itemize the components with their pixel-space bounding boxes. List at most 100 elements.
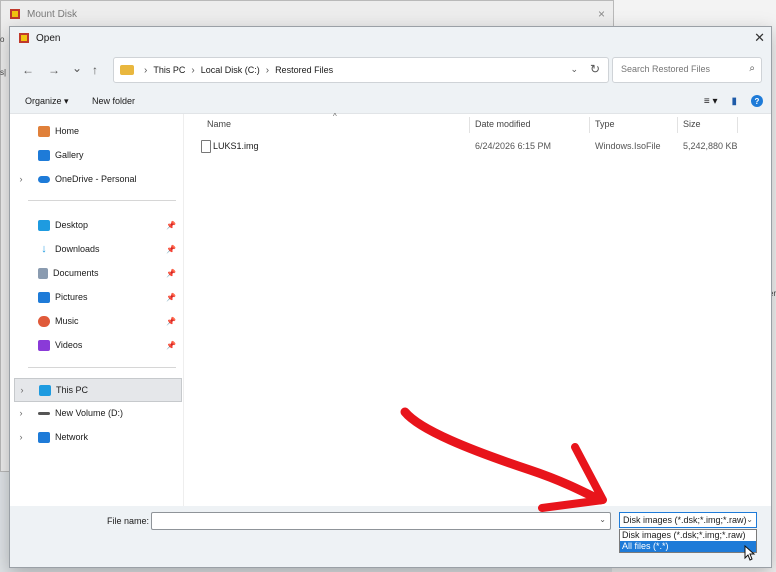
mount-disk-titlebar: Mount Disk — [1, 1, 613, 27]
column-header-date[interactable]: Date modified — [475, 114, 531, 134]
mount-disk-title: Mount Disk — [27, 8, 78, 20]
preview-pane-icon[interactable]: ▮ — [731, 96, 737, 107]
table-row[interactable]: LUKS1.img 6/24/2026 6:15 PM Windows.IsoF… — [195, 138, 755, 156]
column-header-name[interactable]: Name — [207, 114, 231, 134]
open-dialog-titlebar: Open — [10, 27, 771, 49]
breadcrumb-restored-files[interactable]: Restored Files — [275, 65, 333, 75]
sidebar-item-label: Downloads — [55, 244, 100, 254]
file-type-select[interactable]: Disk images (*.dsk;*.img;*.raw) ⌄ — [619, 512, 757, 528]
search-icon[interactable]: ⌕ — [749, 63, 755, 74]
mount-disk-close-icon[interactable]: × — [598, 7, 605, 21]
breadcrumb-this-pc[interactable]: This PC — [153, 65, 185, 75]
folder-icon — [120, 65, 134, 75]
forward-icon[interactable]: → — [48, 63, 60, 77]
column-header-type[interactable]: Type — [595, 114, 615, 134]
sidebar-item-home[interactable]: Home — [14, 120, 180, 142]
videos-icon — [38, 339, 50, 351]
background-text-fragment: o — [0, 35, 5, 44]
sidebar-item-label: Music — [55, 316, 79, 326]
sidebar-item-music[interactable]: Music 📌 — [14, 310, 180, 332]
refresh-icon[interactable]: ↻ — [590, 62, 600, 76]
file-type-dropdown-list: Disk images (*.dsk;*.img;*.raw) All file… — [619, 529, 757, 553]
pin-icon: 📌 — [166, 292, 176, 302]
breadcrumb-separator: › — [144, 64, 148, 76]
download-icon: ↓ — [41, 242, 47, 255]
up-folder-icon[interactable]: ↑ — [92, 63, 98, 77]
sidebar-item-pictures[interactable]: Pictures 📌 — [14, 286, 180, 308]
pin-icon: 📌 — [166, 340, 176, 350]
column-header-size[interactable]: Size — [683, 114, 701, 134]
help-icon[interactable]: ? — [751, 95, 763, 107]
file-type-option-all-files[interactable]: All files (*.*) — [620, 541, 756, 552]
sidebar-item-label: Documents — [53, 268, 99, 278]
new-folder-button[interactable]: New folder — [92, 96, 135, 106]
chevron-down-icon[interactable]: ⌄ — [599, 515, 606, 524]
sidebar-item-network[interactable]: › Network — [14, 426, 180, 448]
drive-icon — [38, 411, 50, 415]
sidebar-item-label: OneDrive - Personal — [55, 174, 137, 184]
sidebar-item-gallery[interactable]: Gallery — [14, 144, 180, 166]
home-icon — [38, 125, 50, 137]
search-input[interactable] — [619, 63, 743, 75]
file-name-input[interactable] — [156, 513, 600, 529]
file-icon — [201, 140, 211, 153]
command-bar: Organize ▾ New folder ≡ ▾ ▮ ? — [10, 91, 771, 114]
file-list: ^ Name Date modified Type Size LUKS1.img… — [185, 112, 769, 506]
file-size-cell: 5,242,880 KB — [683, 141, 738, 151]
music-icon — [38, 315, 50, 327]
navigation-pane: Home Gallery › OneDrive - Personal Deskt… — [10, 114, 184, 506]
cloud-icon — [38, 175, 50, 183]
breadcrumb-separator[interactable]: › — [191, 65, 194, 76]
column-divider[interactable] — [737, 117, 738, 133]
recent-locations-icon[interactable]: ⌄ — [72, 61, 82, 75]
sidebar-item-label: Home — [55, 126, 80, 136]
sidebar-item-label: Pictures — [55, 292, 88, 302]
back-icon[interactable]: ← — [22, 63, 34, 77]
pin-icon: 📌 — [166, 220, 176, 230]
sidebar-item-videos[interactable]: Videos 📌 — [14, 334, 180, 356]
network-icon — [38, 431, 50, 443]
column-divider[interactable] — [677, 117, 678, 133]
sidebar-item-documents[interactable]: Documents 📌 — [14, 262, 180, 284]
open-dialog-title: Open — [36, 32, 61, 44]
organize-menu-button[interactable]: Organize ▾ — [25, 96, 69, 107]
sidebar-item-label: Videos — [55, 340, 83, 350]
close-icon[interactable]: ✕ — [754, 30, 765, 46]
column-divider[interactable] — [469, 117, 470, 133]
sidebar-item-label: New Volume (D:) — [55, 408, 124, 418]
pc-icon — [39, 384, 51, 396]
breadcrumb-separator[interactable]: › — [266, 65, 269, 76]
sidebar-item-desktop[interactable]: Desktop 📌 — [14, 214, 180, 236]
search-box[interactable]: ⌕ — [612, 57, 762, 83]
view-menu-icon[interactable]: ≡ ▾ — [704, 96, 718, 107]
sidebar-divider — [28, 200, 176, 201]
file-type-cell: Windows.IsoFile — [595, 141, 661, 151]
sidebar-item-onedrive[interactable]: › OneDrive - Personal — [14, 168, 180, 190]
sidebar-item-new-volume[interactable]: › New Volume (D:) — [14, 402, 180, 424]
background-text-fragment: s| — [0, 68, 7, 77]
view-controls: ≡ ▾ ▮ ? — [704, 95, 763, 107]
column-divider[interactable] — [589, 117, 590, 133]
expand-chevron-icon[interactable]: › — [14, 408, 28, 418]
file-name-cell: LUKS1.img — [213, 141, 259, 151]
address-dropdown-icon[interactable]: ⌄ — [570, 64, 578, 75]
file-date-cell: 6/24/2026 6:15 PM — [475, 141, 552, 151]
chevron-down-icon[interactable]: ⌄ — [746, 515, 753, 524]
desktop-icon — [38, 219, 50, 231]
expand-chevron-icon[interactable]: › — [14, 432, 28, 442]
sidebar-item-label: Gallery — [55, 150, 84, 160]
sidebar-item-label: This PC — [56, 385, 89, 395]
expand-chevron-icon[interactable]: › — [14, 174, 28, 184]
file-type-option-disk-images[interactable]: Disk images (*.dsk;*.img;*.raw) — [620, 530, 756, 541]
open-dialog: Open ✕ ← → ⌄ ↑ › This PC › Local Disk (C… — [9, 26, 772, 568]
mouse-cursor-icon — [744, 545, 756, 561]
sidebar-item-this-pc[interactable]: › This PC — [14, 378, 182, 402]
address-bar[interactable]: › This PC › Local Disk (C:) › Restored F… — [113, 57, 609, 83]
pin-icon: 📌 — [166, 268, 176, 278]
file-name-combobox[interactable]: ⌄ — [151, 512, 611, 530]
file-type-selected: Disk images (*.dsk;*.img;*.raw) — [623, 515, 747, 525]
expand-chevron-icon[interactable]: › — [15, 385, 29, 395]
breadcrumb-local-disk[interactable]: Local Disk (C:) — [201, 65, 260, 75]
sidebar-item-downloads[interactable]: ↓ Downloads 📌 — [14, 238, 180, 260]
address-row: ← → ⌄ ↑ › This PC › Local Disk (C:) › Re… — [10, 49, 771, 91]
